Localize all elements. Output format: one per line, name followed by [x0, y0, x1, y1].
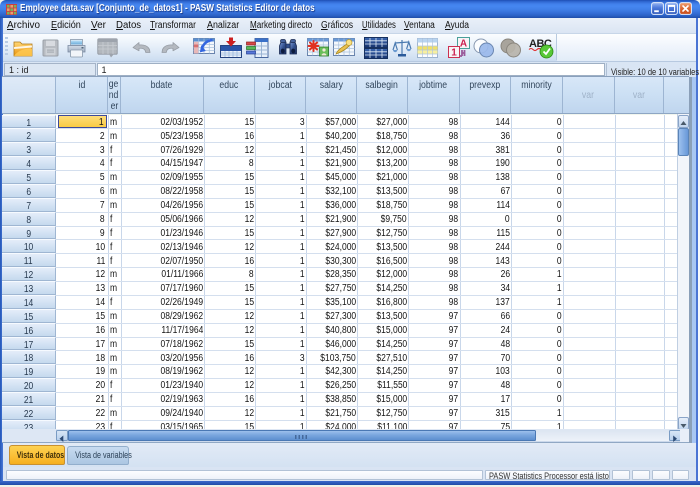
svg-text:1: 1: [451, 48, 457, 59]
svg-text:A: A: [460, 39, 467, 50]
